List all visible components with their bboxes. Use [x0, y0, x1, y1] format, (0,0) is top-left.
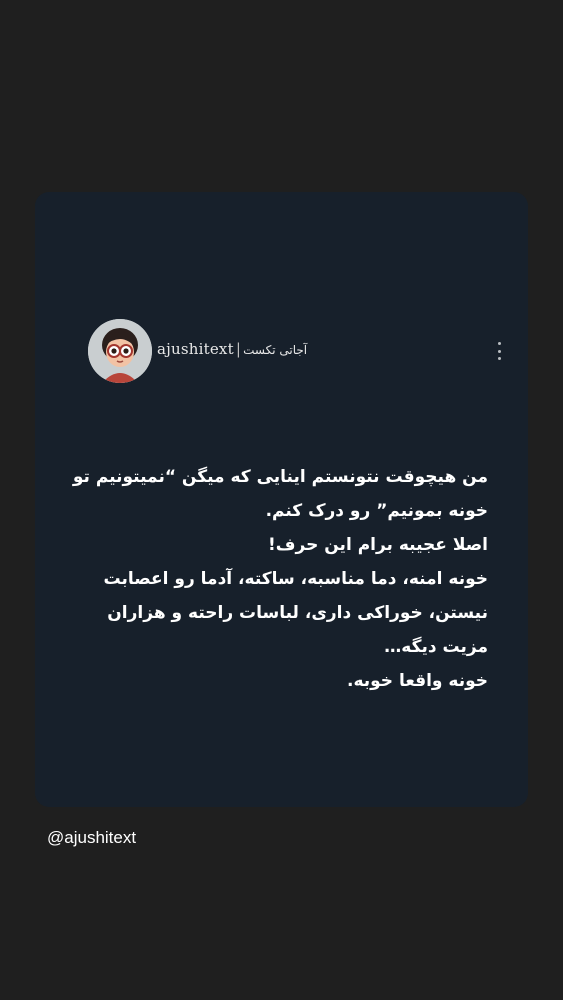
- vertical-ellipsis-icon[interactable]: [492, 340, 506, 362]
- avatar[interactable]: [88, 319, 152, 383]
- account-alias: آجاتی تکست: [243, 343, 308, 357]
- username: ajushitext: [157, 340, 234, 358]
- post-paragraph: اصلا عجیبه برام این حرف!: [268, 535, 488, 555]
- name-separator: |: [235, 340, 242, 358]
- account-name[interactable]: ajushitext | آجاتی تکست: [157, 340, 307, 358]
- post-paragraph: من هیچوقت نتونستم اینایی که میگن “نمیتون…: [72, 467, 488, 521]
- post-header: ajushitext | آجاتی تکست: [88, 318, 506, 384]
- footer-handle[interactable]: @ajushitext: [47, 828, 136, 848]
- post-paragraph: خونه واقعا خوبه.: [346, 671, 488, 691]
- post-text: من هیچوقت نتونستم اینایی که میگن “نمیتون…: [65, 460, 488, 698]
- post-paragraph: خونه امنه، دما مناسبه، ساکته، آدما رو اع…: [103, 569, 488, 657]
- avatar-icon: [88, 319, 152, 383]
- post-card: ajushitext | آجاتی تکست من هیچوقت نتونستم …: [35, 192, 528, 807]
